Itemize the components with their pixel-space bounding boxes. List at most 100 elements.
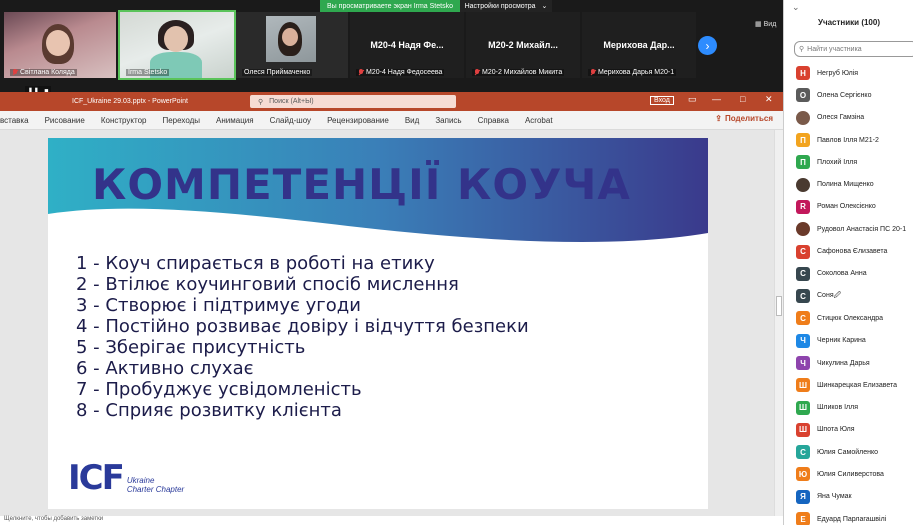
tab-slideshow[interactable]: Слайд-шоу	[262, 116, 319, 125]
participant-name: Юлия Самойленко	[817, 448, 879, 456]
tab-record[interactable]: Запись	[427, 116, 469, 125]
avatar: Е	[796, 512, 810, 525]
search-input[interactable]: ⚲ Поиск (Alt+Ы)	[250, 95, 456, 108]
video-tile-active-speaker[interactable]: Irma Stetsko	[118, 10, 236, 80]
participant-name: Олеся Гамзіна	[817, 114, 865, 122]
participant-name: Яна Чумак	[817, 493, 852, 501]
participant-item[interactable]: Ч Чикулина Дарья	[796, 352, 906, 374]
participant-item[interactable]: R Роман Олексієнко	[796, 196, 906, 218]
chevron-down-icon: ⌄	[541, 3, 548, 10]
tile-name-label: Олеся Приймаченко	[242, 69, 313, 76]
participants-panel: ⌄ Участники (100) ⚲ Найти участника Н Нег…	[783, 0, 913, 525]
participant-item[interactable]: П Павлов Ілля М21-2	[796, 129, 906, 151]
participant-item[interactable]: Ш Шпота Юля	[796, 419, 906, 441]
participant-item[interactable]: С Соколова Анна	[796, 263, 906, 285]
participant-item[interactable]: Рудовол Анастасія ПС 20-1	[796, 218, 906, 240]
tab-review[interactable]: Рецензирование	[319, 116, 397, 125]
maximize-icon[interactable]: □	[740, 94, 745, 104]
slide[interactable]: КОМПЕТЕНЦІЇ КОУЧА 1 - Коуч спирається в …	[48, 138, 708, 509]
grid-icon: ▦	[755, 21, 762, 28]
icf-logo-subtitle: Ukraine Charter Chapter	[127, 476, 184, 494]
tab-acrobat[interactable]: Acrobat	[517, 116, 561, 125]
participant-item[interactable]: П Плохий Ілля	[796, 151, 906, 173]
participant-face	[282, 28, 298, 46]
video-tile[interactable]: Світлана Колядa	[4, 12, 116, 78]
tab-draw[interactable]: Рисование	[37, 116, 93, 125]
avatar	[796, 222, 810, 237]
avatar: С	[796, 244, 810, 259]
tab-help[interactable]: Справка	[470, 116, 517, 125]
participant-item[interactable]: Ю Юлия Силиверстова	[796, 463, 906, 485]
list-item: 3 - Створює і підтримує угоди	[76, 295, 361, 316]
tab-insert[interactable]: вставка	[0, 116, 37, 125]
participant-face	[164, 26, 188, 52]
participant-name: Павлов Ілля М21-2	[817, 136, 879, 144]
list-item: 6 - Активно слухає	[76, 358, 254, 379]
participant-item[interactable]: Н Негруб Юлія	[796, 62, 906, 84]
tile-name-label: М20-4 Надя Федосеева	[356, 69, 445, 76]
vertical-scrollbar[interactable]	[774, 130, 783, 516]
ribbon-tabs: вставка Рисование Конструктор Переходы А…	[0, 111, 783, 130]
participant-item[interactable]: С Соня🖉	[796, 285, 906, 307]
video-tile[interactable]: М20-4 Надя Фе... М20-4 Надя Федосеева	[350, 12, 464, 78]
avatar: С	[796, 311, 810, 326]
participant-name: Чикулина Дарья	[817, 359, 870, 367]
search-icon: ⚲	[258, 98, 264, 106]
list-item: 5 - Зберігає присутність	[76, 337, 306, 358]
video-tile[interactable]: М20-2 Михайл... М20-2 Михайлов Микита	[466, 12, 580, 78]
icf-logo: ICF Ukraine Charter Chapter	[68, 458, 184, 498]
participant-item[interactable]: Ч Черник Карина	[796, 330, 906, 352]
collapse-icon[interactable]: ⌄	[792, 2, 800, 13]
mic-muted-icon	[12, 69, 18, 76]
video-tile[interactable]: Олеся Приймаченко	[236, 12, 348, 78]
participant-name: Плохий Ілля	[817, 158, 858, 166]
list-item: 2 - Втілює коучинговий спосіб мислення	[76, 274, 459, 295]
tile-name-label: Irma Stetsko	[126, 69, 170, 76]
avatar: С	[796, 266, 810, 281]
file-title: ICF_Ukraine 29.03.pptx - PowerPoint	[72, 98, 188, 105]
video-tile[interactable]: Мерихова Дар... Мерихова Дарья М20-1	[582, 12, 696, 78]
scrollbar-thumb[interactable]	[776, 296, 782, 316]
tab-transitions[interactable]: Переходы	[154, 116, 208, 125]
participant-item[interactable]: С Юлия Самойленко	[796, 441, 906, 463]
participant-item[interactable]: О Олена Сергієнко	[796, 84, 906, 106]
participant-face	[46, 30, 70, 56]
participant-name: Роман Олексієнко	[817, 203, 876, 211]
avatar: Ш	[796, 400, 810, 415]
tab-design[interactable]: Конструктор	[93, 116, 155, 125]
participant-item[interactable]: Я Яна Чумак	[796, 486, 906, 508]
slide-canvas: КОМПЕТЕНЦІЇ КОУЧА 1 - Коуч спирається в …	[0, 130, 783, 516]
minimize-icon[interactable]: —	[712, 94, 721, 104]
participant-item[interactable]: С Стицюк Олександра	[796, 307, 906, 329]
share-button[interactable]: ⇪ Поделиться	[715, 114, 773, 123]
participant-name: Рудовол Анастасія ПС 20-1	[817, 225, 907, 233]
tab-view[interactable]: Вид	[397, 116, 427, 125]
avatar: С	[796, 289, 810, 304]
avatar: Ш	[796, 378, 810, 393]
avatar: Ш	[796, 422, 810, 437]
list-item: 7 - Пробуджує усвідомленість	[76, 379, 362, 400]
tab-animations[interactable]: Анимация	[208, 116, 262, 125]
participant-list: Н Негруб Юлія О Олена Сергієнко Олеся Гамзін…	[796, 62, 906, 525]
tile-big-name: М20-2 Михайл...	[488, 40, 558, 50]
participant-item[interactable]: Олеся Гамзіна	[796, 107, 906, 129]
participant-item[interactable]: Е Едуард Парлагашвілі	[796, 508, 906, 525]
tile-name-label: Мерихова Дарья М20-1	[588, 69, 677, 76]
avatar: П	[796, 155, 810, 170]
participant-item[interactable]: С Сафонова Єлизавета	[796, 240, 906, 262]
participant-name: Едуард Парлагашвілі	[817, 515, 887, 523]
login-button[interactable]: Вход	[650, 96, 674, 105]
ribbon-display-icon[interactable]: ▭	[688, 94, 697, 105]
view-settings-button[interactable]: Настройки просмотра ⌄	[460, 0, 552, 12]
participant-item[interactable]: Полина Мищенко	[796, 173, 906, 195]
participant-item[interactable]: Ш Шликов Ілля	[796, 396, 906, 418]
next-page-button[interactable]: ›	[698, 36, 717, 55]
participant-item[interactable]: Ш Шинкарецкая Елизавета	[796, 374, 906, 396]
notes-pane[interactable]: Щелкните, чтобы добавить заметки	[0, 516, 783, 525]
participant-search-input[interactable]: ⚲ Найти участника	[794, 41, 913, 57]
avatar: Ч	[796, 333, 810, 348]
close-icon[interactable]: ✕	[765, 94, 773, 105]
view-button[interactable]: ▦ Вид	[755, 20, 776, 29]
participant-name: Негруб Юлія	[817, 69, 859, 77]
participant-name: Черник Карина	[817, 337, 866, 345]
